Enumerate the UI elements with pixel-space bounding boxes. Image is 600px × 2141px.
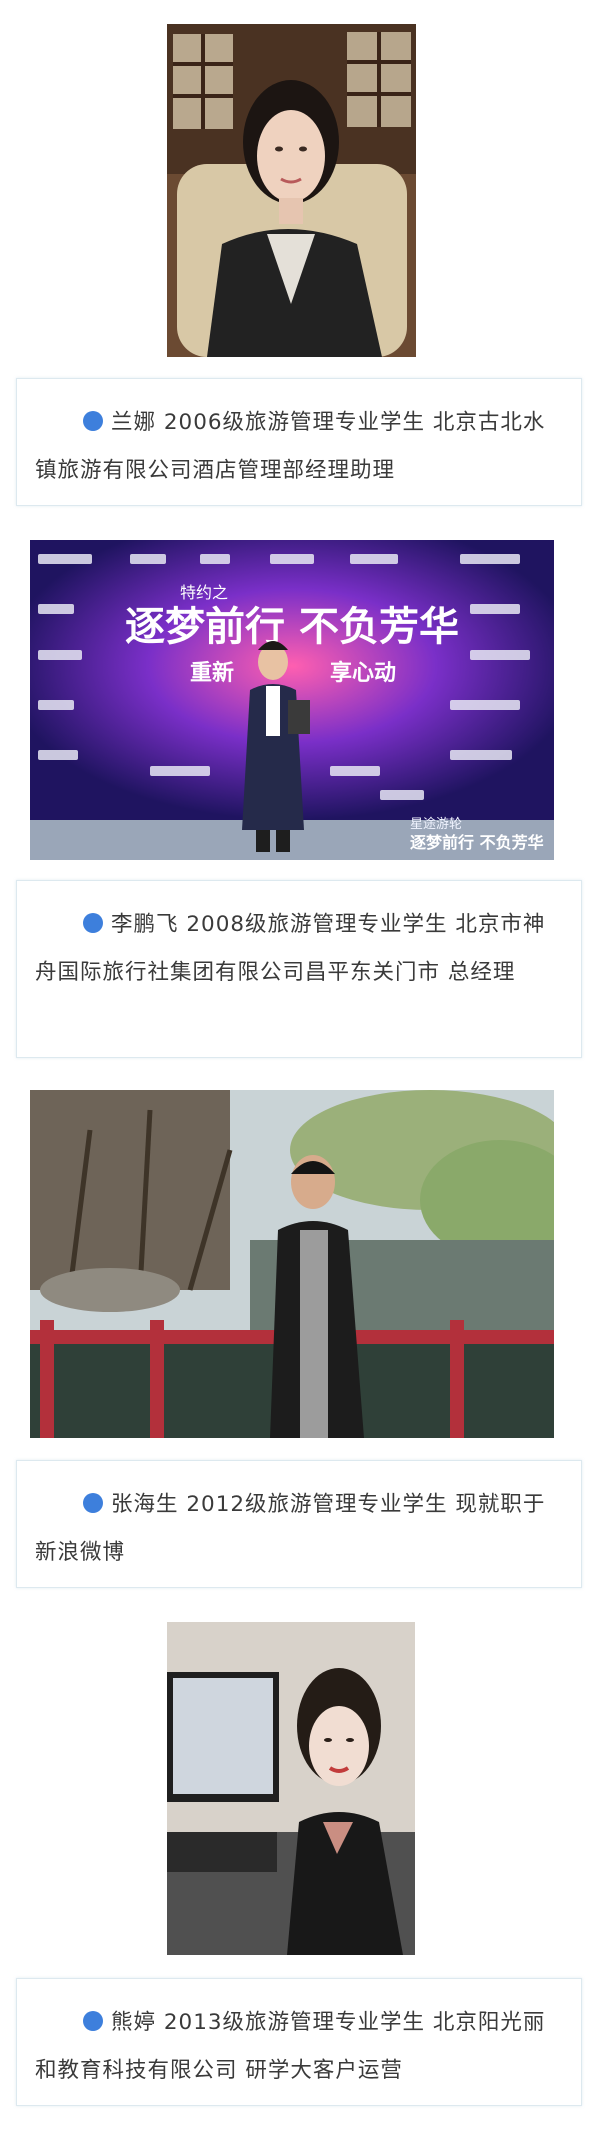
profile-text-3: 张海生 2012级旅游管理专业学生 现就职于新浪微博: [35, 1492, 546, 1565]
banner-headline: 逐梦前行 不负芳华: [125, 604, 459, 650]
profile-caption-2: 李鹏飞 2008级旅游管理专业学生 北京市神舟国际旅行社集团有限公司昌平东关门市…: [16, 880, 582, 1058]
banner-footer-small: 星途游轮: [410, 816, 462, 832]
bullet-dot-icon: [83, 2011, 103, 2031]
profile-photo-1: [167, 24, 416, 357]
profile-text-1: 兰娜 2006级旅游管理专业学生 北京古北水镇旅游有限公司酒店管理部经理助理: [35, 410, 546, 483]
profile-caption-3: 张海生 2012级旅游管理专业学生 现就职于新浪微博: [16, 1460, 582, 1588]
profile-photo-3: [30, 1090, 554, 1438]
banner-footer-big: 逐梦前行 不负芳华: [410, 833, 544, 852]
banner-kicker: 特约之: [180, 583, 228, 602]
bullet-dot-icon: [83, 1493, 103, 1513]
profile-caption-1: 兰娜 2006级旅游管理专业学生 北京古北水镇旅游有限公司酒店管理部经理助理: [16, 378, 582, 506]
profile-photo-2: 特约之 逐梦前行 不负芳华 重新 享心动 星途游轮 逐梦前行 不负芳华: [30, 540, 554, 860]
bullet-dot-icon: [83, 913, 103, 933]
profile-text-4: 熊婷 2013级旅游管理专业学生 北京阳光丽和教育科技有限公司 研学大客户运营: [35, 2010, 546, 2083]
profile-caption-4: 熊婷 2013级旅游管理专业学生 北京阳光丽和教育科技有限公司 研学大客户运营: [16, 1978, 582, 2106]
profile-photo-4: [167, 1622, 415, 1955]
bullet-dot-icon: [83, 411, 103, 431]
banner-subline-2: 享心动: [330, 660, 396, 686]
banner-subline: 重新: [190, 660, 234, 686]
profile-text-2: 李鹏飞 2008级旅游管理专业学生 北京市神舟国际旅行社集团有限公司昌平东关门市…: [35, 912, 546, 985]
